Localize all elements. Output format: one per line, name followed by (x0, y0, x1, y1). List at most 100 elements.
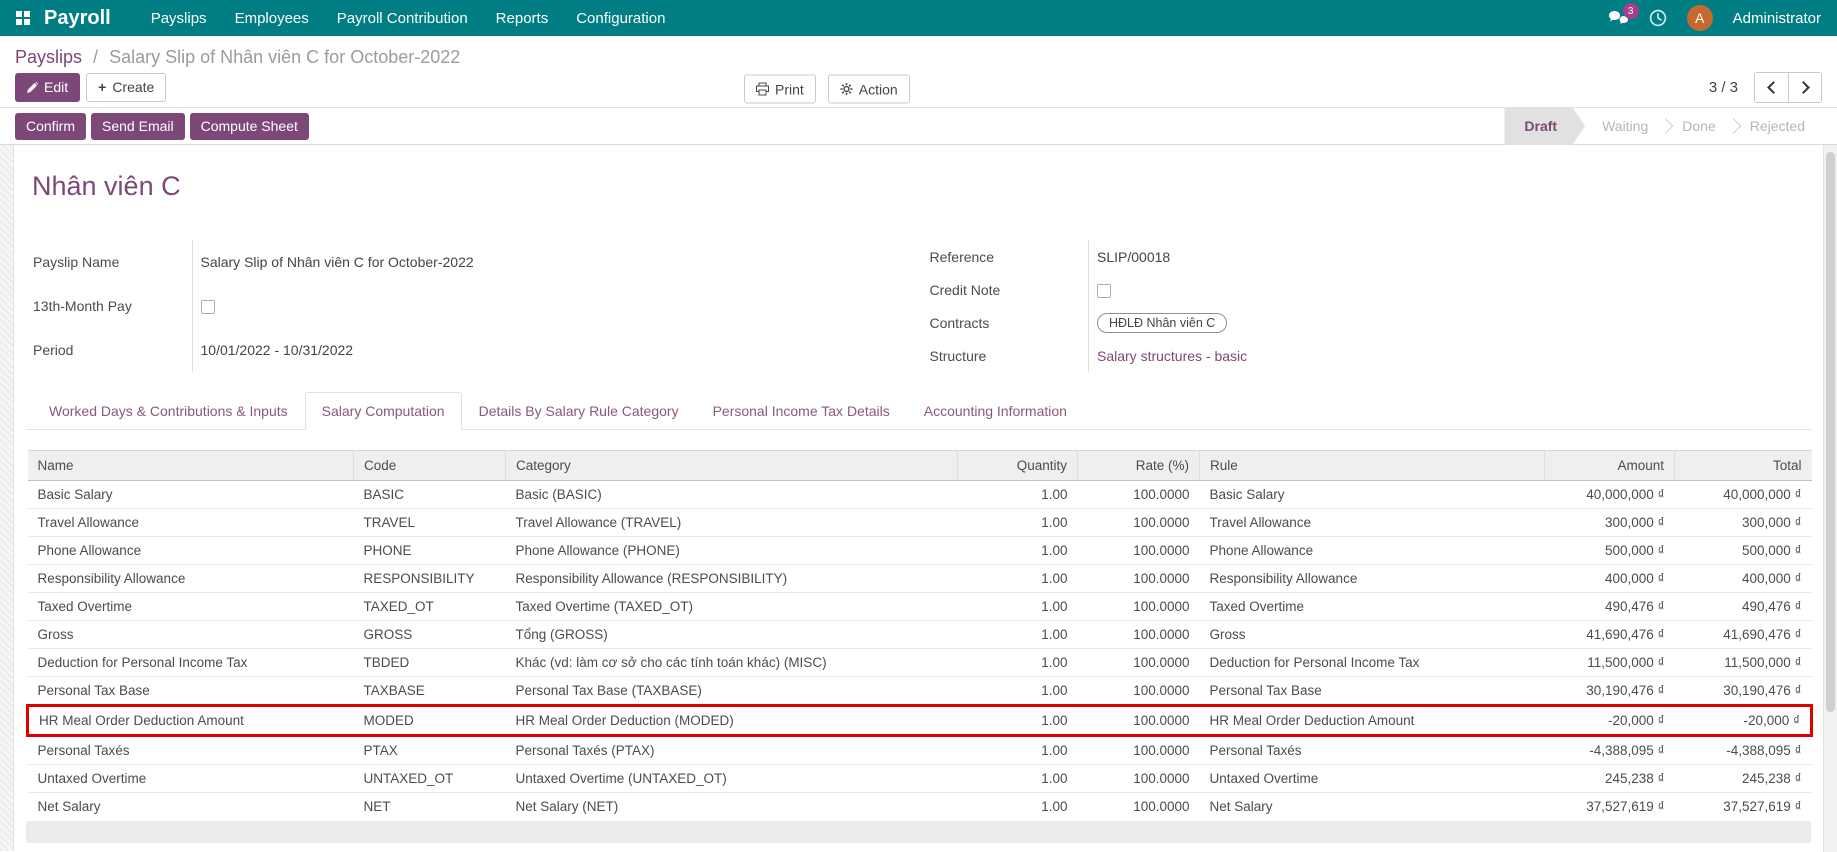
table-row[interactable]: Taxed Overtime TAXED_OT Taxed Overtime (… (28, 593, 1812, 621)
nav-menu-item[interactable]: Reports (482, 0, 563, 36)
cell-total[interactable]: 500,000 ₫ (1675, 537, 1812, 565)
cell-total[interactable]: 245,238 ₫ (1675, 765, 1812, 793)
column-header[interactable]: Rate (%) (1078, 451, 1200, 481)
cell-total[interactable]: 300,000 ₫ (1675, 509, 1812, 537)
table-row[interactable]: Net Salary NET Net Salary (NET) 1.00 100… (28, 793, 1812, 821)
cell-rate[interactable]: 100.0000 (1078, 649, 1200, 677)
cell-name[interactable]: Phone Allowance (28, 537, 354, 565)
cell-amount[interactable]: 11,500,000 ₫ (1545, 649, 1675, 677)
column-header[interactable]: Code (354, 451, 506, 481)
table-row[interactable]: Personal Taxés PTAX Personal Taxés (PTAX… (28, 736, 1812, 765)
cell-rate[interactable]: 100.0000 (1078, 765, 1200, 793)
scrollbar-thumb[interactable] (1826, 152, 1835, 712)
table-row[interactable]: Personal Tax Base TAXBASE Personal Tax B… (28, 677, 1812, 706)
table-row[interactable]: Responsibility Allowance RESPONSIBILITY … (28, 565, 1812, 593)
cell-category[interactable]: HR Meal Order Deduction (MODED) (506, 706, 958, 736)
cell-category[interactable]: Khác (vd: làm cơ sở cho các tính toán kh… (506, 649, 958, 677)
statusbar-action-button[interactable]: Confirm (15, 113, 86, 140)
table-row[interactable]: Travel Allowance TRAVEL Travel Allowance… (28, 509, 1812, 537)
cell-category[interactable]: Untaxed Overtime (UNTAXED_OT) (506, 765, 958, 793)
cell-rate[interactable]: 100.0000 (1078, 621, 1200, 649)
cell-name[interactable]: Responsibility Allowance (28, 565, 354, 593)
cell-amount[interactable]: -4,388,095 ₫ (1545, 736, 1675, 765)
cell-rule[interactable]: Responsibility Allowance (1200, 565, 1545, 593)
cell-total[interactable]: 400,000 ₫ (1675, 565, 1812, 593)
user-name[interactable]: Administrator (1733, 10, 1821, 27)
nav-menu-item[interactable]: Payroll Contribution (323, 0, 482, 36)
cell-code[interactable]: MODED (354, 706, 506, 736)
table-row[interactable]: Basic Salary BASIC Basic (BASIC) 1.00 10… (28, 481, 1812, 509)
cell-code[interactable]: PTAX (354, 736, 506, 765)
cell-amount[interactable]: 300,000 ₫ (1545, 509, 1675, 537)
cell-code[interactable]: UNTAXED_OT (354, 765, 506, 793)
table-row[interactable]: HR Meal Order Deduction Amount MODED HR … (28, 706, 1812, 736)
cell-rule[interactable]: Travel Allowance (1200, 509, 1545, 537)
cell-amount[interactable]: 37,527,619 ₫ (1545, 793, 1675, 821)
cell-quantity[interactable]: 1.00 (958, 677, 1078, 706)
cell-amount[interactable]: 40,000,000 ₫ (1545, 481, 1675, 509)
cell-category[interactable]: Tổng (GROSS) (506, 621, 958, 649)
notebook-tab[interactable]: Worked Days & Contributions & Inputs (32, 392, 305, 430)
table-row[interactable]: Phone Allowance PHONE Phone Allowance (P… (28, 537, 1812, 565)
cell-category[interactable]: Phone Allowance (PHONE) (506, 537, 958, 565)
cell-rate[interactable]: 100.0000 (1078, 793, 1200, 821)
cell-code[interactable]: GROSS (354, 621, 506, 649)
cell-name[interactable]: Personal Tax Base (28, 677, 354, 706)
cell-rate[interactable]: 100.0000 (1078, 706, 1200, 736)
cell-name[interactable]: Taxed Overtime (28, 593, 354, 621)
cell-rule[interactable]: Basic Salary (1200, 481, 1545, 509)
cell-total[interactable]: 41,690,476 ₫ (1675, 621, 1812, 649)
breadcrumb-parent[interactable]: Payslips (15, 47, 82, 67)
cell-code[interactable]: BASIC (354, 481, 506, 509)
cell-quantity[interactable]: 1.00 (958, 509, 1078, 537)
edit-button[interactable]: Edit (15, 73, 80, 102)
cell-quantity[interactable]: 1.00 (958, 736, 1078, 765)
cell-amount[interactable]: 30,190,476 ₫ (1545, 677, 1675, 706)
statusbar-action-button[interactable]: Send Email (91, 113, 185, 140)
cell-rule[interactable]: Taxed Overtime (1200, 593, 1545, 621)
nav-menu-item[interactable]: Employees (221, 0, 323, 36)
cell-quantity[interactable]: 1.00 (958, 706, 1078, 736)
cell-category[interactable]: Taxed Overtime (TAXED_OT) (506, 593, 958, 621)
activities-button[interactable] (1649, 9, 1667, 27)
cell-rate[interactable]: 100.0000 (1078, 481, 1200, 509)
cell-quantity[interactable]: 1.00 (958, 765, 1078, 793)
table-row[interactable]: Untaxed Overtime UNTAXED_OT Untaxed Over… (28, 765, 1812, 793)
notebook-tab[interactable]: Accounting Information (907, 392, 1084, 430)
cell-rule[interactable]: HR Meal Order Deduction Amount (1200, 706, 1545, 736)
status-step[interactable]: Draft (1504, 107, 1585, 145)
notebook-tab[interactable]: Personal Income Tax Details (696, 392, 907, 430)
app-name[interactable]: Payroll (44, 7, 111, 30)
cell-quantity[interactable]: 1.00 (958, 593, 1078, 621)
cell-amount[interactable]: 41,690,476 ₫ (1545, 621, 1675, 649)
13th-month-pay-checkbox[interactable] (201, 300, 215, 314)
scrollbar[interactable] (1823, 146, 1837, 852)
cell-code[interactable]: NET (354, 793, 506, 821)
column-header[interactable]: Quantity (958, 451, 1078, 481)
user-avatar[interactable]: A (1687, 5, 1713, 31)
cell-code[interactable]: TRAVEL (354, 509, 506, 537)
cell-rule[interactable]: Deduction for Personal Income Tax (1200, 649, 1545, 677)
cell-category[interactable]: Personal Tax Base (TAXBASE) (506, 677, 958, 706)
cell-rate[interactable]: 100.0000 (1078, 736, 1200, 765)
cell-quantity[interactable]: 1.00 (958, 793, 1078, 821)
cell-code[interactable]: TBDED (354, 649, 506, 677)
cell-quantity[interactable]: 1.00 (958, 565, 1078, 593)
cell-quantity[interactable]: 1.00 (958, 649, 1078, 677)
structure-link[interactable]: Salary structures - basic (1097, 348, 1247, 364)
table-row[interactable]: Gross GROSS Tổng (GROSS) 1.00 100.0000 G… (28, 621, 1812, 649)
cell-name[interactable]: Net Salary (28, 793, 354, 821)
table-row[interactable]: Deduction for Personal Income Tax TBDED … (28, 649, 1812, 677)
cell-total[interactable]: 40,000,000 ₫ (1675, 481, 1812, 509)
cell-quantity[interactable]: 1.00 (958, 621, 1078, 649)
messages-button[interactable]: 3 (1608, 10, 1629, 26)
cell-name[interactable]: Untaxed Overtime (28, 765, 354, 793)
cell-rate[interactable]: 100.0000 (1078, 565, 1200, 593)
cell-category[interactable]: Personal Taxés (PTAX) (506, 736, 958, 765)
column-header[interactable]: Amount (1545, 451, 1675, 481)
cell-code[interactable]: PHONE (354, 537, 506, 565)
column-header[interactable]: Total (1675, 451, 1812, 481)
cell-amount[interactable]: 490,476 ₫ (1545, 593, 1675, 621)
cell-rule[interactable]: Phone Allowance (1200, 537, 1545, 565)
cell-rate[interactable]: 100.0000 (1078, 537, 1200, 565)
